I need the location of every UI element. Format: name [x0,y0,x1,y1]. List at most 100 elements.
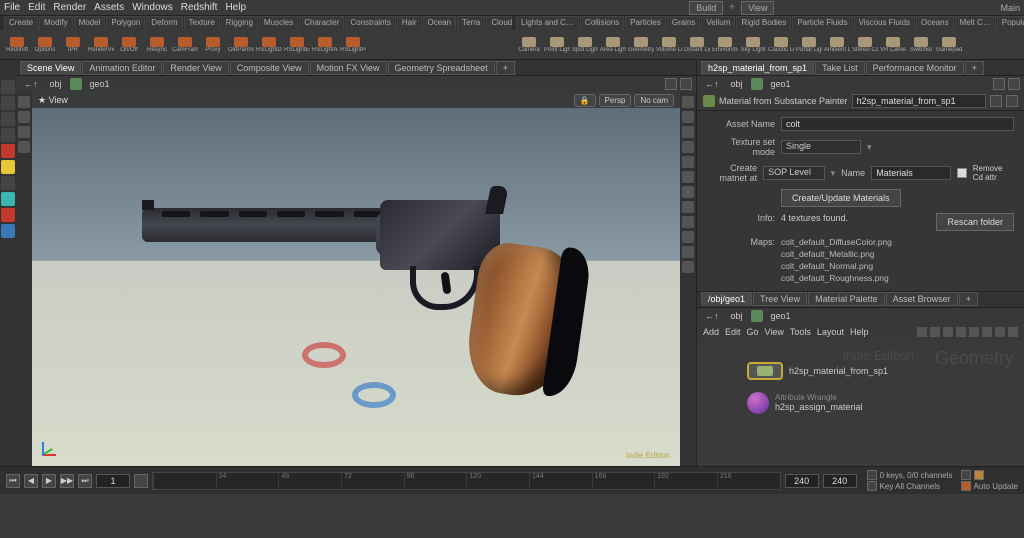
add-tab-button[interactable]: + [965,61,984,75]
shelf-tab[interactable]: Grains [667,16,701,30]
create-matnet-select[interactable]: SOP Level [763,166,825,180]
path-history-icon[interactable] [665,78,677,90]
pane-tab[interactable]: Take List [815,61,865,75]
pane-tab[interactable]: Render View [163,61,228,75]
network-canvas[interactable]: Indie Edition Geometry h2sp_material_fro… [697,340,1024,466]
shelf-tool[interactable]: RSLightDome [256,32,282,58]
add-tab-button[interactable]: + [959,292,978,306]
net-icon-2[interactable] [930,327,940,337]
shelf-tab[interactable]: Collisions [580,16,624,30]
shelf-tool[interactable]: Portal Light [796,32,822,58]
menu-help[interactable]: Help [225,2,246,13]
vp-display-3[interactable] [682,126,694,138]
shelf-tool[interactable]: Switcher [908,32,934,58]
operator-name-field[interactable] [852,94,986,108]
pane-tab[interactable]: Composite View [230,61,309,75]
shelf-tab[interactable]: Lights and C… [516,16,579,30]
frame-end-field[interactable] [785,474,819,488]
pane-tab[interactable]: /obj/geo1 [701,292,752,306]
matnet-name-field[interactable] [871,166,951,180]
shelf-tab[interactable]: Constraints [345,16,395,30]
revolver-model[interactable] [142,172,582,402]
pane-tab[interactable]: Performance Monitor [866,61,964,75]
viewport[interactable]: ★ View 🔒 Persp No cam [32,92,680,466]
net-path-arrow-icon[interactable]: ←↑ [701,311,723,321]
realtime-toggle[interactable] [134,474,148,488]
shelf-tool[interactable]: Camera [516,32,542,58]
net-path-node[interactable]: geo1 [767,311,795,321]
key-all-label[interactable]: Key All Channels [880,482,940,491]
net-icon-8[interactable] [1008,327,1018,337]
keys-flag-icon[interactable] [867,470,877,480]
vp-display-5[interactable] [682,156,694,168]
net-icon-1[interactable] [917,327,927,337]
param-path-node[interactable]: geo1 [767,79,795,89]
frame-current-field[interactable] [96,474,130,488]
pane-tab[interactable]: h2sp_material_from_sp1 [701,61,814,75]
net-menu-add[interactable]: Add [703,327,719,337]
tool-view[interactable] [1,112,15,126]
menu-redshift[interactable]: Redshift [181,2,218,13]
shelf-tab[interactable]: Particle Fluids [792,16,852,30]
node-h2sp-material[interactable]: h2sp_material_from_sp1 [747,362,888,380]
range-end-field[interactable] [823,474,857,488]
param-help-icon[interactable] [1008,78,1020,90]
cam-lock-icon[interactable]: 🔒 [574,94,596,107]
net-menu-go[interactable]: Go [747,327,759,337]
net-icon-3[interactable] [943,327,953,337]
shelf-tab[interactable]: Polygon [106,16,145,30]
net-menu-layout[interactable]: Layout [817,327,844,337]
shelf-tab[interactable]: Oceans [916,16,954,30]
vp-tool-2[interactable] [18,111,30,123]
shelf-tab[interactable]: Ocean [423,16,457,30]
shelf-tab[interactable]: Cloud [486,16,512,30]
shelf-tab[interactable]: Melt C… [955,16,996,30]
shelf-tab[interactable]: Muscles [259,16,298,30]
viewpoint-label[interactable]: ★ View [38,95,68,106]
menu-windows[interactable]: Windows [132,2,173,13]
tool-magnet[interactable] [1,208,15,222]
shelf-tool[interactable]: Area Light [600,32,626,58]
shelf-tab[interactable]: Texture [184,16,220,30]
pane-tab[interactable]: Scene View [20,61,81,75]
node-body-wrangle[interactable] [747,392,769,414]
shelf-tool[interactable]: Ambient Light [824,32,850,58]
shelf-tool[interactable]: OldParms [228,32,254,58]
pane-tab[interactable]: Asset Browser [886,292,958,306]
shelf-tab[interactable]: Rigid Bodies [736,16,791,30]
tool-construction[interactable] [1,192,15,206]
key-all-button[interactable] [867,481,877,491]
tool-rotate[interactable] [1,144,15,158]
shelf-tool[interactable]: Spot Light [572,32,598,58]
vp-display-11[interactable] [682,246,694,258]
pane-selector[interactable]: View [741,1,774,15]
path-root[interactable]: obj [46,79,66,89]
shelf-tab[interactable]: Create [4,16,38,30]
node-h2sp-assign[interactable]: Attribute Wrangle h2sp_assign_material [747,392,863,414]
node-body-selected[interactable] [747,362,783,380]
shelf-tool[interactable]: Proxy [200,32,226,58]
shelf-tool[interactable]: Gamepad Camera [936,32,962,58]
vp-display-8[interactable] [682,201,694,213]
net-menu-edit[interactable]: Edit [725,327,741,337]
shelf-tool[interactable]: RSLightArea [312,32,338,58]
shelf-tab[interactable]: Deform [146,16,182,30]
vp-display-7[interactable] [682,186,694,198]
pane-tab[interactable]: Tree View [753,292,807,306]
shelf-tool[interactable]: RenderView [88,32,114,58]
texture-set-mode-select[interactable]: Single [781,140,861,154]
shelf-tool[interactable]: VR Camera [880,32,906,58]
shelf-tool[interactable]: RSLightEnv [284,32,310,58]
auto-update-label[interactable]: Auto Update [974,482,1018,491]
param-path-arrow-icon[interactable]: ←↑ [701,79,723,89]
play-first-button[interactable]: ⏮ [6,474,20,488]
vp-display-10[interactable] [682,231,694,243]
tool-select[interactable] [1,80,15,94]
pane-tab[interactable]: Material Palette [808,292,885,306]
shelf-tab[interactable]: Hair [397,16,422,30]
shelf-tab[interactable]: Viscous Fluids [854,16,915,30]
shelf-tab[interactable]: Rigging [221,16,258,30]
shelf-tool[interactable]: IPR [60,32,86,58]
shelf-tab[interactable]: Particles [625,16,666,30]
shelf-tool[interactable]: CamFrame [172,32,198,58]
